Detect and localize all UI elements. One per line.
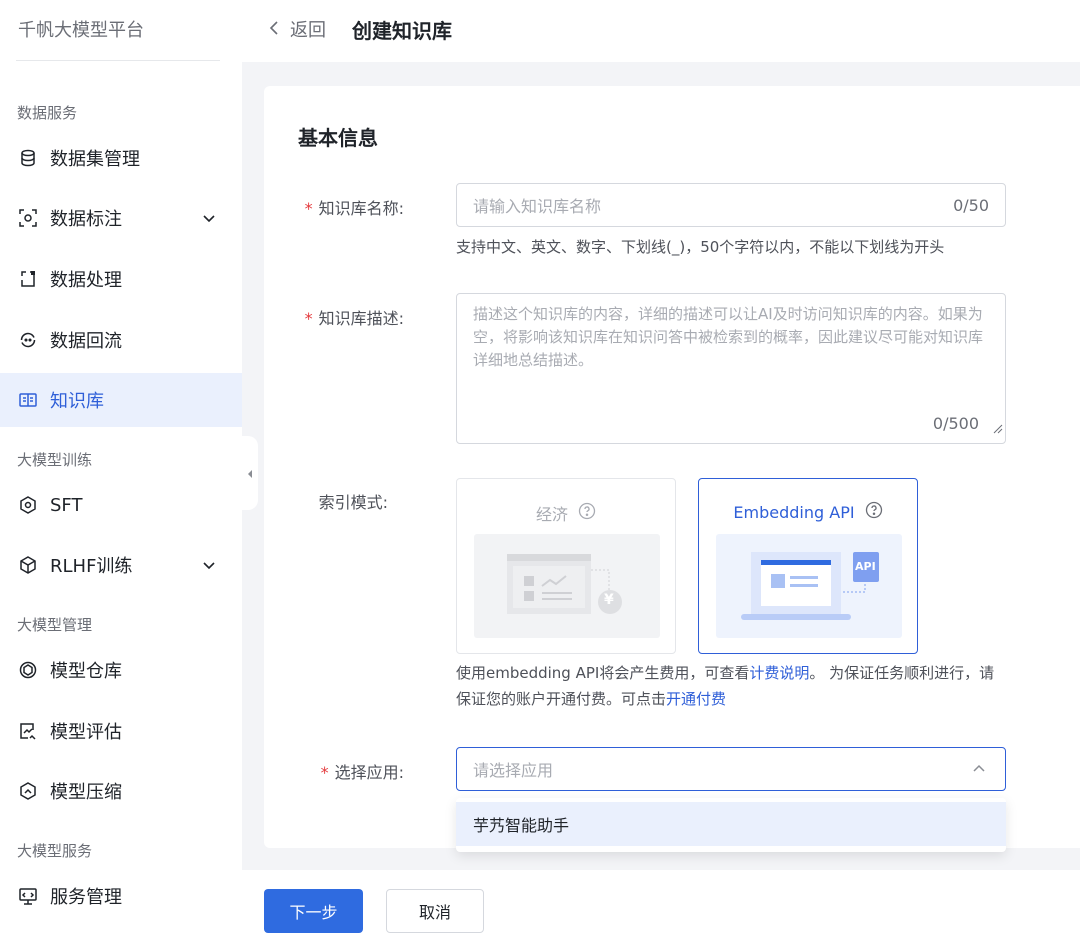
cube-icon [18,555,38,575]
sidebar: 千帆大模型平台 数据服务 数据集管理 数据标注 数据处理 数据回流 知识库 大模… [0,0,242,944]
sidebar-item-model-eval[interactable]: 模型评估 [0,704,242,758]
resize-handle-icon[interactable] [993,418,1003,441]
sidebar-item-annotation[interactable]: 数据标注 [0,191,242,245]
database-icon [18,148,38,168]
page-header: 返回 创建知识库 [242,0,1080,62]
eval-icon [18,721,38,741]
name-counter: 0/50 [953,195,989,215]
mode-economy-label: 经济 [535,505,568,524]
sidebar-item-dataset[interactable]: 数据集管理 [0,131,242,185]
back-button[interactable]: 返回 [268,16,326,42]
sft-icon [18,495,38,515]
brand-title: 千帆大模型平台 [18,20,144,41]
mode-title-embedding: Embedding API [699,501,917,523]
help-icon[interactable] [865,501,883,523]
model-repo-icon [18,660,38,680]
chevron-left-icon [246,464,254,483]
name-label-wrap: * 知识库名称: [264,195,404,218]
page-footer: 下一步 取消 [242,870,1080,944]
name-hint: 支持中文、英文、数字、下划线(_)，50个字符以内，不能以下划线为开头 [456,238,945,256]
sidebar-item-label: 模型评估 [50,722,122,743]
desc-label-wrap: * 知识库描述: [264,305,404,328]
required-mark: * [304,309,313,328]
required-mark: * [320,763,329,782]
desc-counter: 0/500 [932,414,979,433]
embedding-hint: 使用embedding API将会产生费用，可查看计费说明。 为保证任务顺利进行… [456,664,995,708]
process-icon [18,269,38,289]
service-icon [18,886,38,906]
compress-icon [18,781,38,801]
yen-badge: ¥ [604,592,614,608]
chevron-down-icon[interactable] [202,556,216,577]
sidebar-item-label: 模型压缩 [50,782,122,803]
section-title: 基本信息 [298,126,378,150]
sidebar-item-label: 知识库 [50,391,104,412]
book-icon [18,390,38,410]
page-title: 创建知识库 [352,19,452,43]
sidebar-item-service-mgmt[interactable]: 服务管理 [0,869,242,923]
sidebar-item-processing[interactable]: 数据处理 [0,252,242,306]
sidebar-item-knowledge-base[interactable]: 知识库 [0,373,242,427]
desc-placeholder: 描述这个知识库的内容，详细的描述可以让AI及时访问知识库的内容。如果为空，将影响… [473,305,984,369]
chevron-left-icon [268,19,290,40]
section-label-training: 大模型训练 [17,451,93,469]
section-label-data-service: 数据服务 [17,104,78,122]
sidebar-item-label: RLHF训练 [50,556,133,577]
form-card: 基本信息 * 知识库名称: 请输入知识库名称 0/50 支持中文、英文、数字、下划… [264,86,1080,848]
desc-label: * 知识库描述: [304,309,404,328]
annotate-icon [18,208,38,228]
sidebar-item-sft[interactable]: SFT [0,478,242,532]
chevron-down-icon[interactable] [202,209,216,230]
knowledge-name-input[interactable]: 请输入知识库名称 0/50 [456,183,1006,227]
cancel-button[interactable]: 取消 [386,889,484,933]
index-label: 索引模式: [318,493,388,512]
chevron-up-icon [971,761,987,781]
app-dropdown: 芋艿智能助手 [456,798,1006,852]
sidebar-item-label: 数据回流 [50,331,122,352]
section-label-management: 大模型管理 [17,616,93,634]
section-label-service: 大模型服务 [17,842,93,860]
sidebar-item-label: 数据标注 [50,209,122,230]
sidebar-item-label: 数据处理 [50,270,122,291]
back-label: 返回 [290,20,326,41]
sidebar-item-reflow[interactable]: 数据回流 [0,313,242,367]
next-button[interactable]: 下一步 [264,889,363,933]
brand-divider [16,60,220,61]
name-label: * 知识库名称: [304,199,404,218]
sidebar-item-label: 数据集管理 [50,149,140,170]
name-placeholder: 请输入知识库名称 [473,197,602,216]
dropdown-option[interactable]: 芋艿智能助手 [456,802,1006,846]
app-label: * 选择应用: [320,763,404,782]
sidebar-item-rlhf[interactable]: RLHF训练 [0,538,242,592]
reflow-icon [18,330,38,350]
sidebar-item-label: 服务管理 [50,887,122,908]
sidebar-collapse-toggle[interactable] [242,436,258,510]
help-icon[interactable] [578,502,596,524]
required-mark: * [304,199,313,218]
index-label-wrap: 索引模式: [264,489,404,512]
mode-title-economy: 经济 [457,501,675,525]
mode-embedding-label: Embedding API [733,502,855,522]
app-label-wrap: * 选择应用: [264,759,404,782]
mode-card-embedding[interactable]: Embedding API API [698,478,918,654]
economy-illustration: ¥ [474,534,660,638]
api-badge: API [855,560,876,573]
app-placeholder: 请选择应用 [473,761,554,780]
billing-link[interactable]: 计费说明 [749,664,809,682]
sidebar-item-label: SFT [50,494,83,516]
enable-payment-link[interactable]: 开通付费 [666,690,726,708]
sidebar-item-model-compress[interactable]: 模型压缩 [0,764,242,818]
sidebar-item-label: 模型仓库 [50,661,122,682]
app-select[interactable]: 请选择应用 [456,747,1006,791]
sidebar-item-model-repo[interactable]: 模型仓库 [0,643,242,697]
embedding-illustration: API [716,534,902,638]
mode-card-economy[interactable]: 经济 ¥ [456,478,676,654]
knowledge-desc-textarea[interactable]: 描述这个知识库的内容，详细的描述可以让AI及时访问知识库的内容。如果为空，将影响… [456,293,1006,444]
